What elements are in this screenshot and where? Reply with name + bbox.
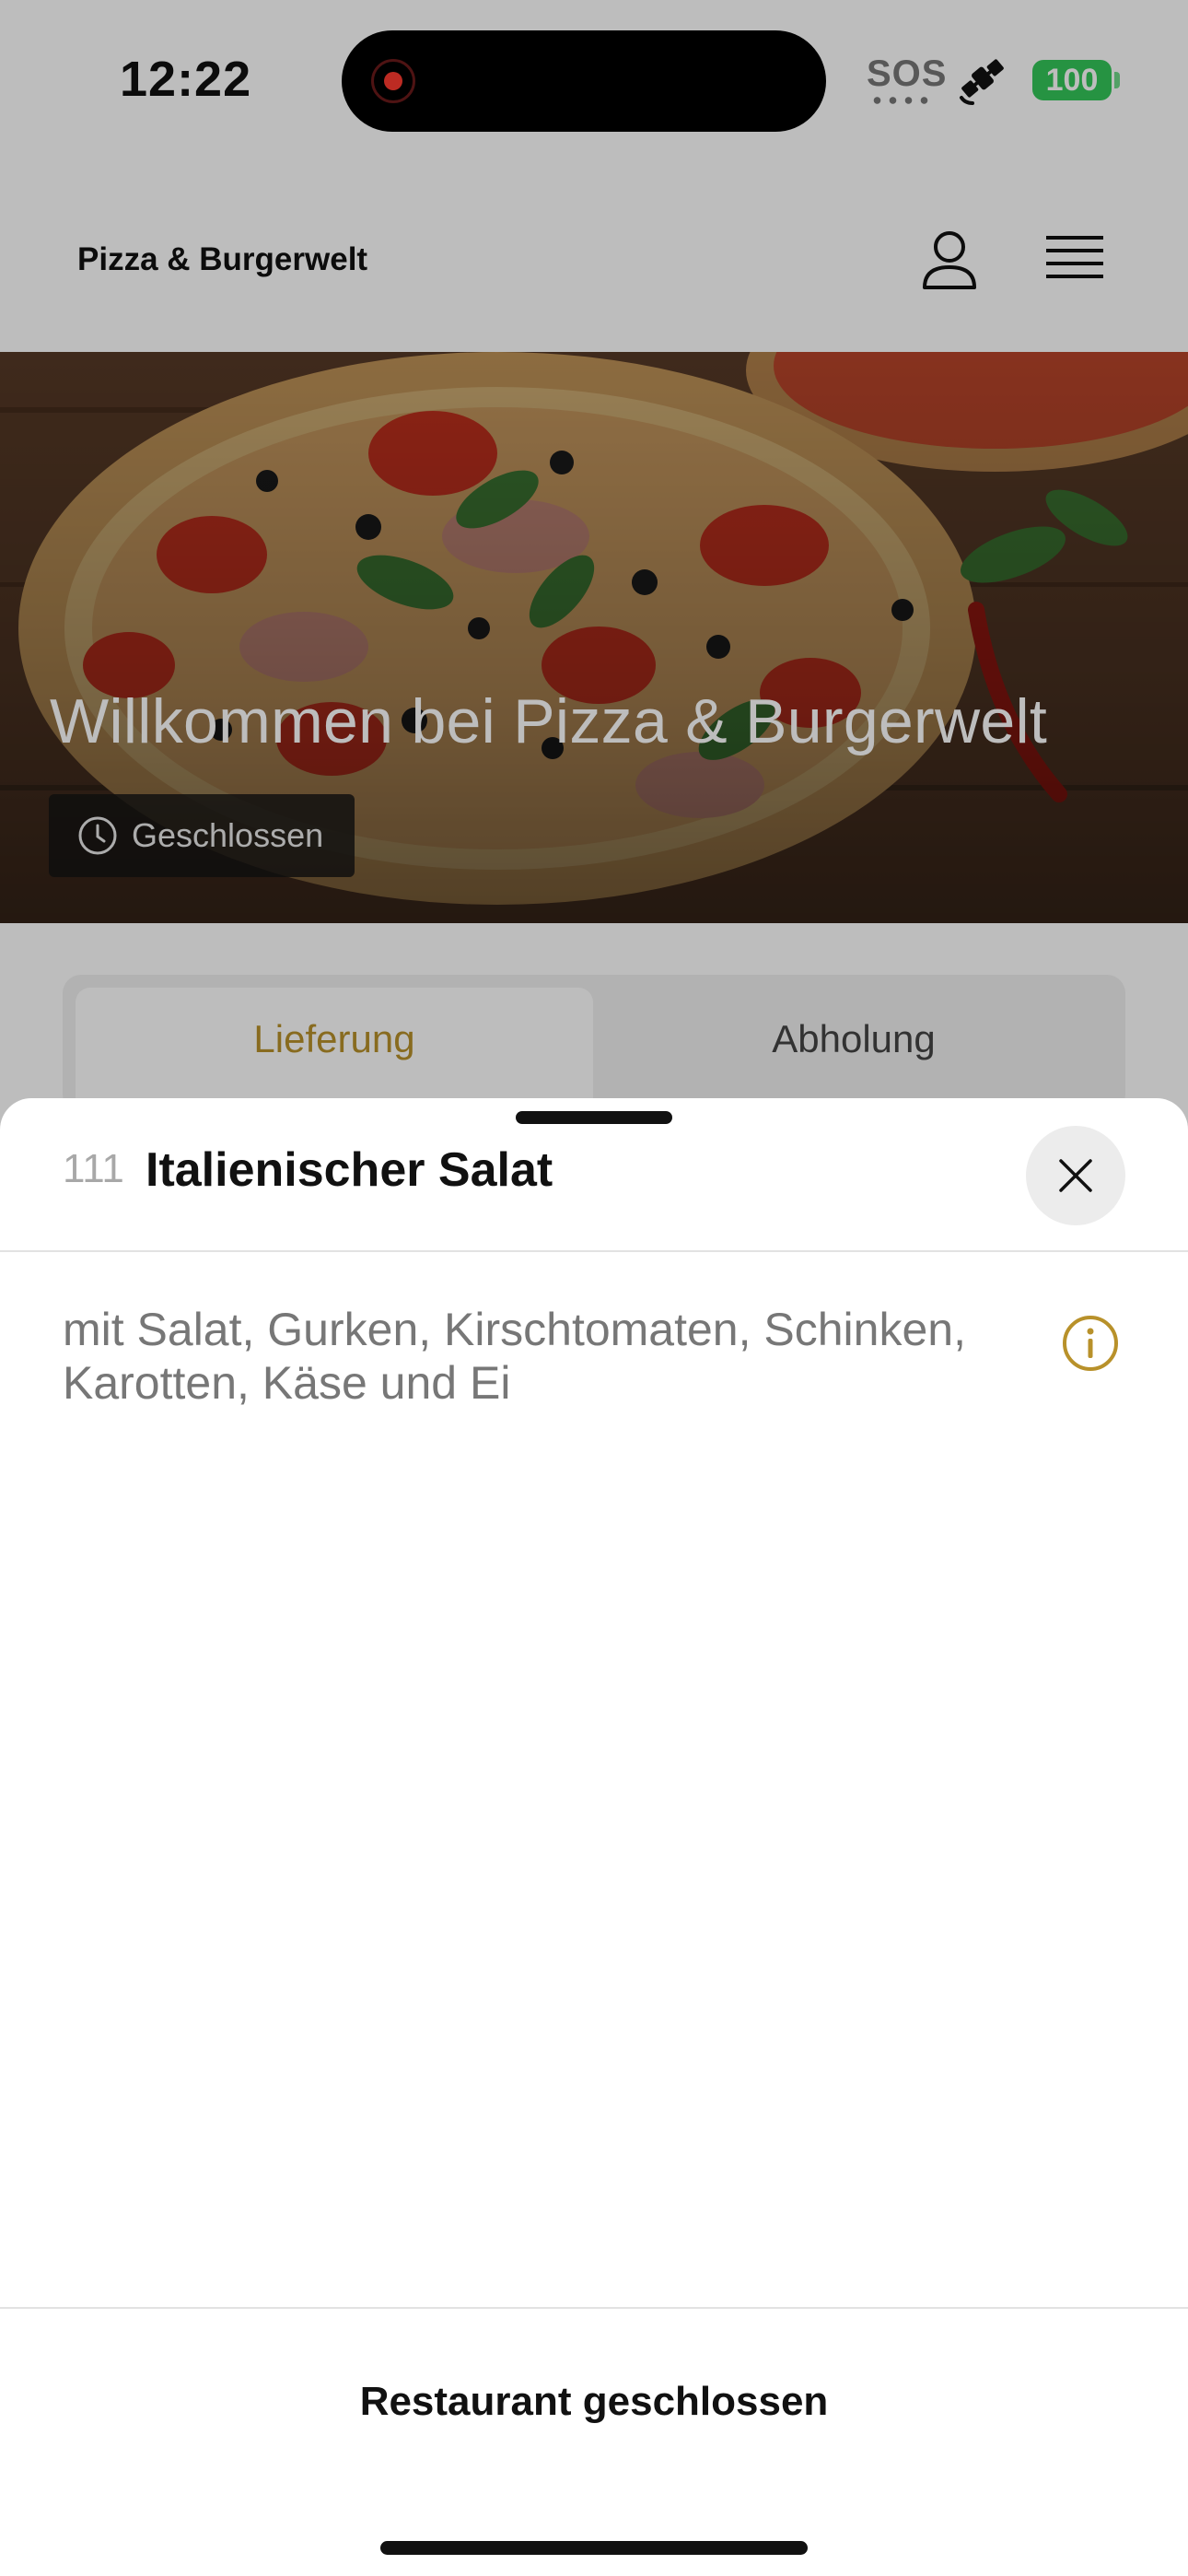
sheet-divider xyxy=(0,1250,1188,1252)
footer-divider xyxy=(0,2307,1188,2309)
item-description: mit Salat, Gurken, Kirschtomaten, Schink… xyxy=(63,1304,966,1409)
item-number: 111 xyxy=(63,1146,124,1191)
item-title: Italienischer Salat xyxy=(146,1143,553,1197)
sheet-grabber[interactable] xyxy=(516,1111,672,1124)
restaurant-closed-label: Restaurant geschlossen xyxy=(359,2379,829,2424)
home-indicator[interactable] xyxy=(380,2541,808,2555)
close-button[interactable] xyxy=(1026,1126,1125,1225)
info-icon[interactable] xyxy=(1061,1314,1120,1373)
close-icon xyxy=(1059,1159,1092,1192)
item-detail-sheet: 111 Italienischer Salat mit Salat, Gurke… xyxy=(0,1098,1188,2576)
